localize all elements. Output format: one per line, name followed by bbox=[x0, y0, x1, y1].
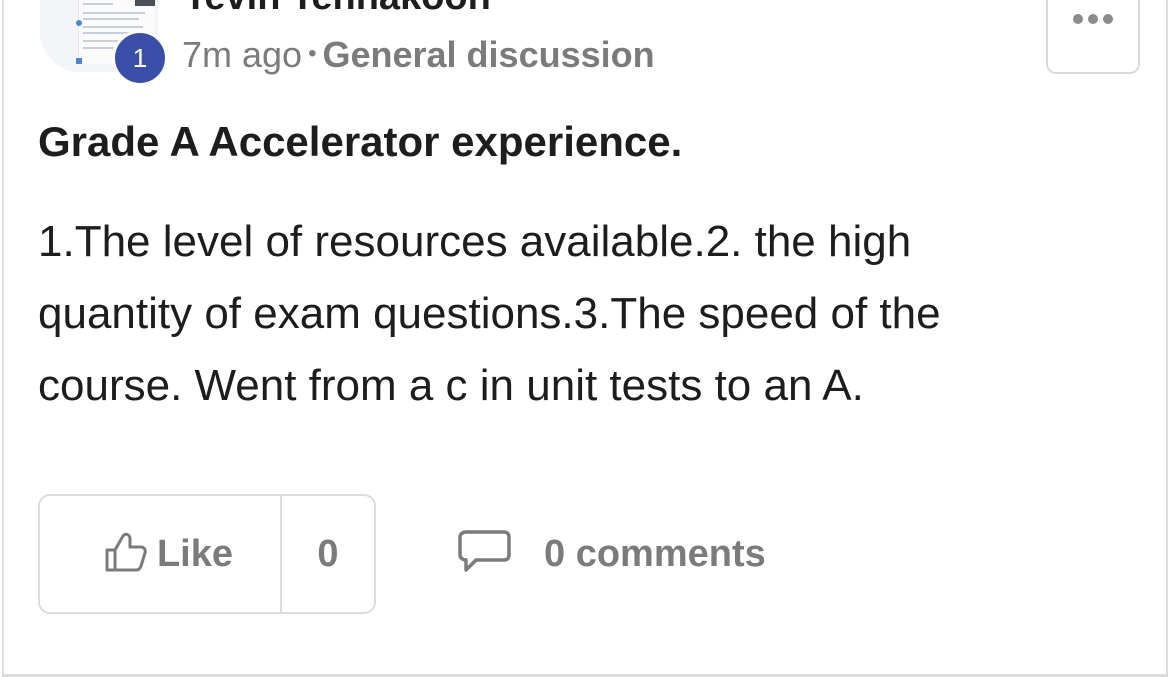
comments-label: 0 comments bbox=[544, 532, 766, 575]
author-name[interactable]: Tevin Tennakoon bbox=[184, 0, 491, 19]
post-body: 1.The level of resources available.2. th… bbox=[38, 217, 941, 410]
comments-link[interactable]: 0 comments bbox=[456, 526, 766, 582]
post-meta: 7m ago • General discussion bbox=[182, 34, 655, 76]
like-count: 0 bbox=[317, 532, 339, 575]
like-group: Like 0 bbox=[38, 494, 376, 614]
category-link[interactable]: General discussion bbox=[322, 34, 654, 75]
like-label: Like bbox=[156, 532, 234, 575]
like-button[interactable]: Like bbox=[40, 496, 282, 612]
notification-badge: 1 bbox=[112, 30, 168, 86]
more-options-button[interactable] bbox=[1046, 0, 1140, 74]
thumbs-up-icon bbox=[101, 528, 149, 581]
comment-bubble-icon bbox=[456, 528, 512, 581]
time-ago: 7m ago bbox=[182, 34, 303, 75]
post-title: Grade A Accelerator experience. bbox=[38, 118, 683, 165]
post-card: 1 Tevin Tennakoon 7m ago•General discuss… bbox=[2, 0, 1168, 677]
more-horizontal-icon bbox=[1073, 14, 1083, 24]
meta-separator: • bbox=[308, 40, 317, 67]
